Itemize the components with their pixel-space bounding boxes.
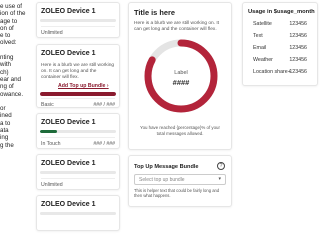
usage-progress-bar <box>40 212 116 215</box>
monthly-usage-panel: Usage in $usage_month Satellite 123456 Te… <box>242 2 318 86</box>
plan-status-row: Unlimited <box>41 178 115 188</box>
usage-row-value: 123456 <box>289 45 307 51</box>
usage-row-value: 123456 <box>289 33 307 39</box>
device-name: ZOLEO Device 1 <box>41 160 96 167</box>
plan-status-label: Unlimited <box>41 182 63 188</box>
plan-usage-count: ### / ### <box>93 141 115 147</box>
chevron-down-icon: ▾ <box>218 176 221 182</box>
add-top-up-bundle-label: Add Top up Bundle <box>58 83 106 89</box>
usage-progress-bar <box>40 130 116 133</box>
add-top-up-bundle-link[interactable]: Add Top up Bundle › <box>58 83 109 89</box>
plan-status-label: Basic <box>41 102 54 108</box>
percentage-reached-text: You have reached {percentage}% of your t… <box>140 125 220 136</box>
top-up-bundle-select[interactable]: Select top up bundle ▾ <box>134 174 226 185</box>
plan-status-label: Unlimited <box>41 30 63 36</box>
usage-row-label: Satellite <box>253 21 272 27</box>
bundle-panel-title: Top Up Message Bundle <box>134 164 199 170</box>
device-blurb: Here is a blurb we are still working on.… <box>41 63 115 80</box>
question-circle-icon[interactable]: ? <box>217 162 225 170</box>
panel-blurb: Here is a blurb we are still working on.… <box>134 21 220 32</box>
bundle-helper-text: This is helper text that could be fairly… <box>134 188 220 199</box>
plan-usage-count: ### / ### <box>93 102 115 108</box>
top-up-bundle-panel: Top Up Message Bundle ? Select top up bu… <box>128 155 232 207</box>
usage-row: Weather 123456 <box>253 57 307 65</box>
usage-row: Location share+ 123456 <box>253 69 307 77</box>
usage-row: Email 123456 <box>253 45 307 53</box>
device-card[interactable]: ZOLEO Device 1 In Touch ### / ### <box>36 113 120 149</box>
chevron-right-icon: › <box>106 83 109 89</box>
usage-row-value: 123456 <box>289 69 307 75</box>
ring-label: Label <box>174 70 187 76</box>
usage-row-label: Text <box>253 33 263 39</box>
plan-status-label: In Touch <box>41 141 61 147</box>
usage-ring-chart: Label #### <box>144 39 218 113</box>
device-card[interactable]: ZOLEO Device 1 Here is a blurb we are st… <box>36 44 120 108</box>
plan-status-row: Unlimited <box>41 26 115 36</box>
usage-panel-title: Usage in $usage_month <box>248 9 315 15</box>
device-name: ZOLEO Device 1 <box>41 201 96 208</box>
usage-progress-fill <box>40 92 116 96</box>
usage-progress-bar <box>40 171 116 174</box>
usage-row-label: Email <box>253 45 267 51</box>
usage-row: Satellite 123456 <box>253 21 307 29</box>
device-card[interactable]: ZOLEO Device 1 Unlimited <box>36 2 120 38</box>
ring-value: #### <box>173 78 191 87</box>
usage-row-label: Weather <box>253 57 273 63</box>
usage-row-value: 123456 <box>289 21 307 27</box>
device-name: ZOLEO Device 1 <box>41 8 96 15</box>
panel-title: Title is here <box>134 8 175 17</box>
device-card[interactable]: ZOLEO Device 1 <box>36 195 120 231</box>
usage-row-value: 123456 <box>289 57 307 63</box>
plan-status-row: In Touch ### / ### <box>41 137 115 147</box>
device-name: ZOLEO Device 1 <box>41 119 96 126</box>
usage-progress-bar <box>40 92 116 96</box>
usage-progress-bar <box>40 19 116 22</box>
device-card[interactable]: ZOLEO Device 1 Unlimited <box>36 154 120 190</box>
plan-status-row: Basic ### / ### <box>41 98 115 108</box>
select-placeholder: Select top up bundle <box>139 177 185 183</box>
usage-row: Text 123456 <box>253 33 307 41</box>
device-name: ZOLEO Device 1 <box>41 50 96 57</box>
usage-row-label: Location share+ <box>253 69 291 75</box>
usage-progress-fill <box>40 130 57 133</box>
left-description-text: e use of ion of the age to on of e to ol… <box>0 3 26 149</box>
usage-summary-panel: Title is here Here is a blurb we are sti… <box>128 2 232 150</box>
